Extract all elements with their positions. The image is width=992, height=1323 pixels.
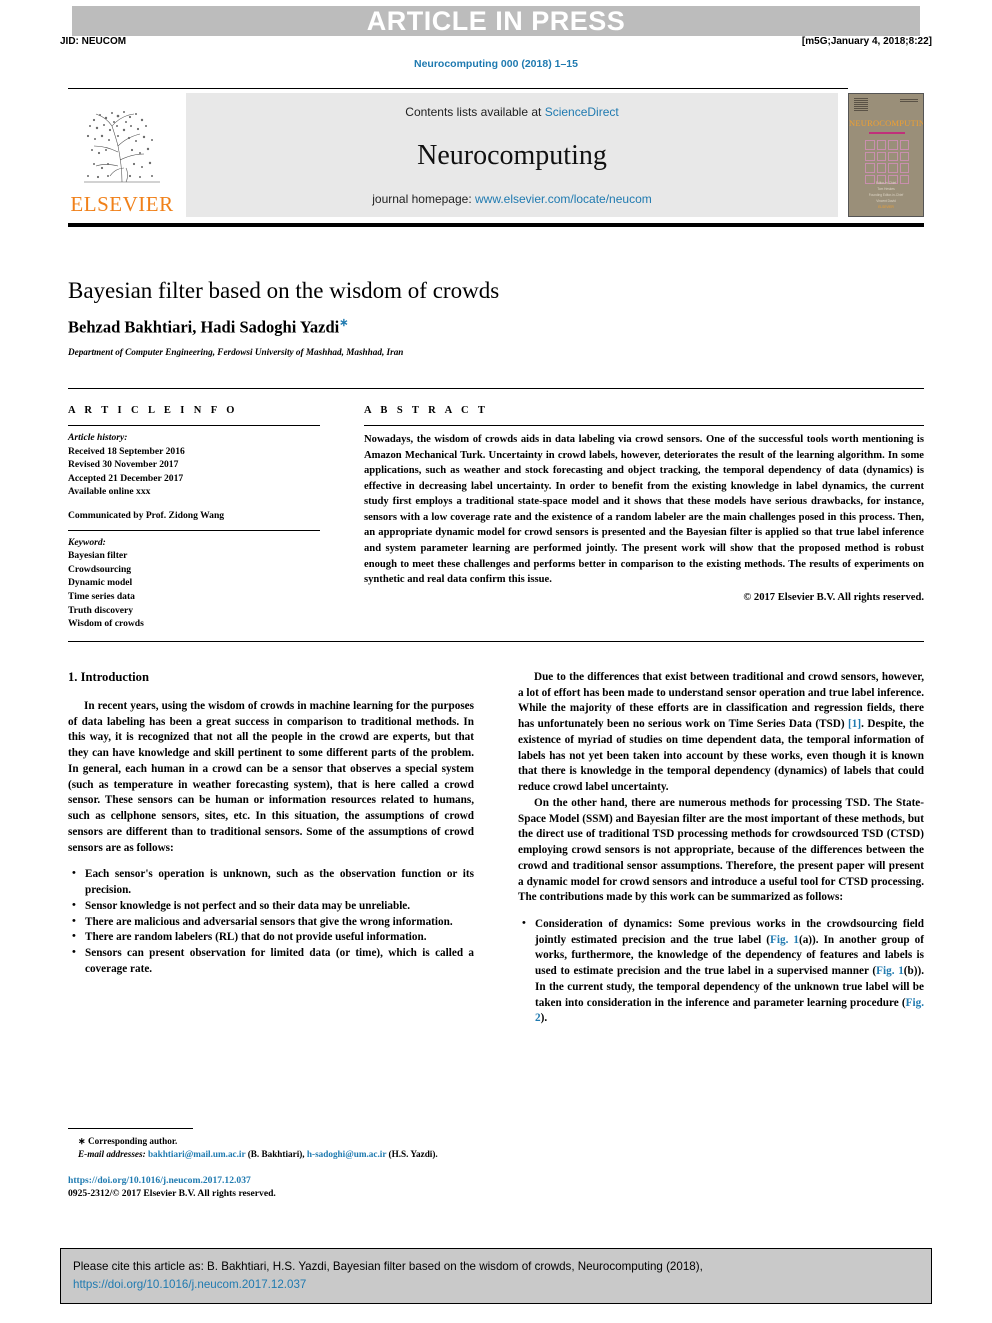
journal-reference-line: Neurocomputing 000 (2018) 1–15 — [414, 58, 578, 70]
journal-banner-panel: Contents lists available at ScienceDirec… — [186, 93, 838, 217]
abstract-rule — [364, 425, 924, 426]
crowd-sensor-assumptions-list: Each sensor's operation is unknown, such… — [68, 866, 474, 977]
cover-logo-icon — [854, 98, 868, 112]
elsevier-logo: ELSEVIER — [68, 93, 176, 217]
title-block: Bayesian filter based on the wisdom of c… — [68, 278, 924, 357]
author-list: Behzad Bakhtiari, Hadi Sadoghi Yazdi∗ — [68, 317, 924, 337]
reference-link-1[interactable]: [1] — [848, 718, 861, 730]
masthead-bottom-rule — [68, 223, 924, 227]
journal-homepage-line: journal homepage: www.elsevier.com/locat… — [372, 192, 652, 206]
received-date: Received 18 September 2016 — [68, 445, 185, 457]
left-column: 1. Introduction In recent years, using t… — [68, 670, 474, 1027]
body-columns: 1. Introduction In recent years, using t… — [68, 670, 924, 1027]
list-item: There are random labelers (RL) that do n… — [72, 929, 474, 946]
corresponding-author-marker: ∗ — [339, 317, 349, 330]
keyword-item: Wisdom of crowds — [68, 618, 144, 630]
keyword-item: Time series data — [68, 591, 135, 603]
keyword-label: Keyword: — [68, 536, 106, 548]
journal-homepage-link[interactable]: www.elsevier.com/locate/neucom — [475, 192, 652, 206]
article-info-rule — [68, 425, 320, 426]
revised-date: Revised 30 November 2017 — [68, 459, 179, 471]
list-item: Sensors can present observation for limi… — [72, 945, 474, 977]
article-in-press-label: ARTICLE IN PRESS — [366, 5, 626, 36]
journal-masthead: ELSEVIER Contents lists available at Sci… — [68, 88, 924, 227]
contribution-text-d: ). — [540, 1012, 548, 1025]
corresponding-author-text: Corresponding author. — [88, 1136, 178, 1146]
keyword-item: Bayesian filter — [68, 550, 128, 562]
cover-journal-title: NEUROCOMPUTING — [849, 118, 924, 128]
abstract-text: Nowadays, the wisdom of crowds aids in d… — [364, 434, 924, 586]
accepted-date: Accepted 21 December 2017 — [68, 472, 184, 484]
body-gutter — [474, 670, 518, 1027]
issn-copyright-line: 0925-2312/© 2017 Elsevier B.V. All right… — [68, 1188, 276, 1200]
cover-accent-bar — [869, 132, 905, 134]
running-head: JID: NEUCOM [m5G;January 4, 2018;8:22] — [60, 36, 932, 47]
article-info-heading: A R T I C L E I N F O — [68, 405, 238, 416]
communicated-by-line: Communicated by Prof. Zidong Wang — [68, 510, 225, 522]
email-link-2[interactable]: h-sadoghi@um.ac.ir — [307, 1149, 386, 1159]
cite-text: Please cite this article as: B. Bakhtiar… — [73, 1260, 703, 1273]
list-item: Each sensor's operation is unknown, such… — [72, 866, 474, 898]
email-owner-2: (H.S. Yazdi). — [388, 1148, 438, 1159]
elsevier-tree-icon — [74, 106, 170, 192]
right-paragraph-2: On the other hand, there are numerous me… — [518, 796, 924, 904]
intro-paragraph-1: In recent years, using the wisdom of cro… — [68, 700, 474, 854]
journal-id-label: JID: NEUCOM — [60, 36, 127, 47]
footnote-rule — [68, 1128, 193, 1129]
abstract-copyright: © 2017 Elsevier B.V. All rights reserved… — [743, 591, 924, 603]
journal-cover-thumbnail: NEUROCOMPUTING Editor-in-Chief Tom Heske… — [848, 93, 924, 217]
cover-issn-icon — [900, 99, 918, 103]
cite-this-article-box: Please cite this article as: B. Bakhtiar… — [60, 1248, 932, 1304]
cover-grid-graphic — [865, 140, 909, 184]
sciencedirect-link[interactable]: ScienceDirect — [545, 105, 619, 119]
article-in-press-banner: ARTICLE IN PRESS — [72, 6, 920, 36]
build-stamp-label: [m5G;January 4, 2018;8:22] — [801, 36, 932, 47]
page-title: Bayesian filter based on the wisdom of c… — [68, 278, 500, 303]
doi-block: https://doi.org/10.1016/j.neucom.2017.12… — [68, 1174, 474, 1201]
masthead-top-rule — [68, 88, 848, 89]
figure-link-1a[interactable]: Fig. 1 — [770, 934, 799, 946]
journal-title: Neurocomputing — [417, 139, 607, 171]
section-heading-introduction: 1. Introduction — [68, 670, 149, 684]
right-column: Due to the differences that exist betwee… — [518, 670, 924, 1027]
abstract-heading: A B S T R A C T — [364, 405, 489, 416]
article-history-label: Article history: — [68, 432, 128, 443]
contents-prefix-label: Contents lists available at — [405, 105, 545, 119]
cover-line-5: ELSEVIER — [878, 204, 894, 209]
elsevier-wordmark: ELSEVIER — [70, 192, 174, 216]
column-gutter — [320, 405, 364, 631]
email-owner-1: (B. Bakhtiari), — [247, 1148, 305, 1159]
author-names: Behzad Bakhtiari, Hadi Sadoghi Yazdi — [68, 317, 340, 337]
list-item: There are malicious and adversarial sens… — [72, 914, 474, 931]
info-abstract-band: A R T I C L E I N F O Article history: R… — [68, 388, 924, 642]
keywords-rule — [68, 529, 320, 531]
abstract-column: A B S T R A C T Nowadays, the wisdom of … — [364, 405, 924, 631]
homepage-prefix-label: journal homepage: — [372, 192, 475, 206]
doi-link[interactable]: https://doi.org/10.1016/j.neucom.2017.12… — [68, 1174, 474, 1187]
email-addresses-note: E-mail addresses: bakhtiari@mail.um.ac.i… — [68, 1148, 474, 1161]
list-item: Sensor knowledge is not perfect and so t… — [72, 898, 474, 915]
figure-link-1b[interactable]: Fig. 1 — [876, 965, 904, 977]
email-addresses-label: E-mail addresses: — [78, 1148, 146, 1159]
available-online-date: Available online xxx — [68, 486, 151, 498]
article-info-column: A R T I C L E I N F O Article history: R… — [68, 405, 320, 631]
affiliation-line: Department of Computer Engineering, Ferd… — [68, 346, 404, 357]
contributions-list: Consideration of dynamics: Some previous… — [518, 916, 924, 1027]
list-item: Consideration of dynamics: Some previous… — [522, 916, 924, 1027]
keyword-item: Crowdsourcing — [68, 563, 132, 575]
cite-doi-link[interactable]: https://doi.org/10.1016/j.neucom.2017.12… — [73, 1276, 919, 1294]
contents-list-line: Contents lists available at ScienceDirec… — [405, 105, 618, 119]
corresponding-author-note: ∗ Corresponding author. — [68, 1135, 474, 1148]
footnote-block: ∗ Corresponding author. E-mail addresses… — [68, 1128, 474, 1201]
corresponding-author-star-icon: ∗ — [78, 1136, 86, 1146]
keyword-item: Truth discovery — [68, 604, 134, 616]
keyword-item: Dynamic model — [68, 577, 133, 589]
email-link-1[interactable]: bakhtiari@mail.um.ac.ir — [148, 1149, 245, 1159]
right-paragraph-1: Due to the differences that exist betwee… — [518, 670, 924, 796]
cover-editor-lines: Editor-in-Chief Tom Heskes Founding Edit… — [857, 180, 915, 210]
